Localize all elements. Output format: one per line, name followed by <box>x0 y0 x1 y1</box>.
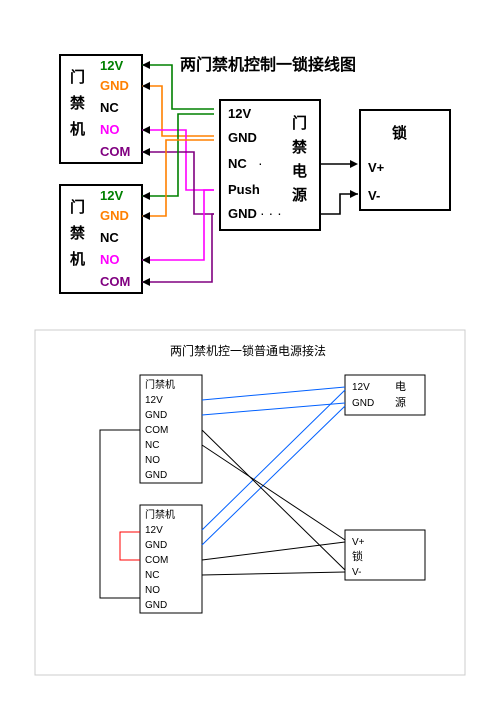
reader-b-pin-com: COM <box>100 274 130 289</box>
svg-text:锁: 锁 <box>352 549 363 563</box>
reader-b-pin-no: NO <box>100 252 120 267</box>
reader-a-pin-com: COM <box>100 144 130 159</box>
wire-b-no <box>142 190 214 260</box>
svg-text:12V: 12V <box>145 525 163 536</box>
svg-text:GND: GND <box>145 600 167 611</box>
svg-text:GND: GND <box>145 410 167 421</box>
psu: 12V GND 电 源 <box>345 375 425 415</box>
svg-text:门: 门 <box>70 198 85 216</box>
svg-text:源: 源 <box>395 395 406 409</box>
svg-text:禁: 禁 <box>70 94 85 112</box>
reader-a-pin-nc: NC <box>100 100 119 115</box>
svg-text:门禁机: 门禁机 <box>145 378 175 391</box>
svg-text:GND: GND <box>145 540 167 551</box>
reader2-a: 门禁机 12V GND COM NC NO GND <box>140 375 202 483</box>
diagram1-title: 两门禁机控制一锁接线图 <box>180 55 356 74</box>
svg-text:·: · <box>258 155 263 171</box>
diagram-bottom: 两门禁机控一锁普通电源接法 门禁机 12V GND COM NC NO GND … <box>35 330 465 675</box>
svg-text:门: 门 <box>70 68 85 86</box>
wire-b-12v <box>142 114 214 196</box>
svg-text:GND: GND <box>145 470 167 481</box>
svg-text:NO: NO <box>145 455 160 466</box>
controller-pin-gnd2: GND <box>228 206 257 221</box>
lock2: V+ 锁 V- <box>345 530 425 580</box>
svg-text:12V: 12V <box>352 382 370 393</box>
controller-pin-12v: 12V <box>228 106 251 121</box>
svg-text:NO: NO <box>145 585 160 596</box>
controller: 门 禁 电 源 12V GND NC Push GND · · · · <box>220 100 320 230</box>
svg-text:NC: NC <box>145 440 159 451</box>
svg-text:门禁机: 门禁机 <box>145 508 175 521</box>
svg-text:电: 电 <box>292 162 307 180</box>
svg-text:12V: 12V <box>145 395 163 406</box>
lock-vplus: V+ <box>368 160 385 175</box>
reader-b-pin-nc: NC <box>100 230 119 245</box>
svg-text:机: 机 <box>70 250 85 268</box>
lock-vminus: V- <box>368 188 380 203</box>
wire-gnd-vminus <box>320 194 358 214</box>
controller-pin-gnd1: GND <box>228 130 257 145</box>
reader-b: 门 禁 机 12V GND NC NO COM <box>60 185 142 293</box>
controller-pin-push: Push <box>228 182 260 197</box>
reader-a-pin-no: NO <box>100 122 120 137</box>
reader-b-pin-gnd: GND <box>100 208 129 223</box>
reader-a-pin-gnd: GND <box>100 78 129 93</box>
reader-a: 门 禁 机 12V GND NC NO COM <box>60 55 142 163</box>
lock-label: 锁 <box>392 124 407 142</box>
svg-text:COM: COM <box>145 555 168 566</box>
svg-text:机: 机 <box>70 120 85 138</box>
reader2-b: 门禁机 12V GND COM NC NO GND <box>140 505 202 613</box>
svg-text:NC: NC <box>145 570 159 581</box>
svg-text:源: 源 <box>292 186 307 204</box>
svg-text:禁: 禁 <box>292 138 307 156</box>
lock: 锁 V+ V- <box>360 110 450 210</box>
svg-text:GND: GND <box>352 398 374 409</box>
svg-text:V+: V+ <box>352 537 365 548</box>
controller-pin-nc: NC <box>228 156 247 171</box>
svg-text:V-: V- <box>352 567 361 578</box>
svg-text:· · ·: · · · <box>260 205 282 221</box>
svg-text:禁: 禁 <box>70 224 85 242</box>
svg-text:门: 门 <box>292 114 307 132</box>
diagram2-title: 两门禁机控一锁普通电源接法 <box>170 343 326 358</box>
reader-b-pin-12v: 12V <box>100 188 123 203</box>
reader-a-pin-12v: 12V <box>100 58 123 73</box>
diagram-top: 两门禁机控制一锁接线图 门 禁 机 12V GND NC NO COM 门 禁 … <box>60 55 450 293</box>
svg-text:电: 电 <box>395 380 406 393</box>
svg-text:COM: COM <box>145 425 168 436</box>
